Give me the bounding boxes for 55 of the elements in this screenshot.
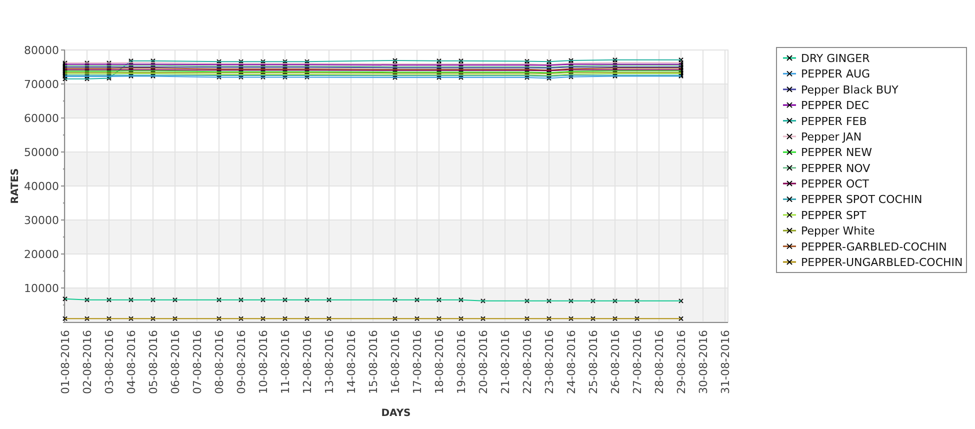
x-tick-label: 13-08-2016: [323, 330, 336, 394]
x-tick-label: 22-08-2016: [521, 330, 534, 394]
y-tick-label: 80000: [24, 44, 59, 57]
y-tick-label: 70000: [24, 78, 59, 91]
x-tick-label: 25-08-2016: [587, 330, 600, 394]
y-tick-label: 40000: [24, 180, 59, 193]
x-tick-label: 14-08-2016: [345, 330, 358, 394]
legend-label: PEPPER SPT: [801, 208, 866, 222]
y-tick-label: 30000: [24, 214, 59, 227]
y-axis-title: RATES: [10, 168, 21, 204]
y-tick-label: 10000: [24, 282, 59, 295]
legend-label: Pepper JAN: [801, 130, 862, 144]
x-tick-label: 01-08-2016: [59, 330, 72, 394]
legend-label: PEPPER DEC: [801, 99, 870, 112]
legend-label: PEPPER AUG: [801, 68, 870, 81]
x-tick-label: 30-08-2016: [697, 330, 710, 394]
x-tick-label: 02-08-2016: [81, 330, 94, 394]
legend-label: PEPPER NOV: [801, 162, 870, 175]
x-tick-label: 17-08-2016: [411, 330, 424, 394]
x-tick-label: 28-08-2016: [653, 330, 666, 394]
x-tick-label: 11-08-2016: [279, 330, 292, 394]
x-tick-label: 05-08-2016: [147, 330, 160, 394]
legend-label: Pepper White: [801, 224, 875, 238]
legend-label: PEPPER-UNGARBLED-COCHIN: [801, 256, 963, 269]
x-tick-label: 06-08-2016: [169, 330, 182, 394]
x-tick-label: 15-08-2016: [367, 330, 380, 394]
x-tick-label: 03-08-2016: [103, 330, 116, 394]
x-tick-label: 07-08-2016: [191, 330, 204, 394]
legend-label: PEPPER-GARBLED-COCHIN: [801, 240, 947, 254]
x-tick-label: 16-08-2016: [389, 330, 402, 394]
legend-label: Pepper Black BUY: [801, 83, 898, 96]
x-tick-label: 19-08-2016: [455, 330, 468, 394]
x-tick-label: 20-08-2016: [477, 330, 490, 394]
x-tick-label: 29-08-2016: [675, 330, 688, 394]
legend-label: PEPPER NEW: [801, 146, 872, 160]
x-tick-label: 18-08-2016: [433, 330, 446, 394]
x-tick-label: 04-08-2016: [125, 330, 138, 394]
legend-label: PEPPER OCT: [801, 178, 869, 191]
x-tick-label: 12-08-2016: [301, 330, 314, 394]
x-tick-label: 26-08-2016: [609, 330, 622, 394]
legend-label: PEPPER SPOT COCHIN: [801, 193, 922, 206]
x-tick-label: 27-08-2016: [631, 330, 644, 394]
x-tick-label: 24-08-2016: [565, 330, 578, 394]
x-tick-label: 09-08-2016: [235, 330, 248, 394]
x-tick-label: 10-08-2016: [257, 330, 270, 394]
x-tick-label: 21-08-2016: [499, 330, 512, 394]
legend-label: PEPPER FEB: [801, 114, 867, 128]
x-tick-label: 31-08-2016: [719, 330, 732, 394]
y-tick-label: 20000: [24, 248, 59, 261]
x-tick-label: 23-08-2016: [543, 330, 556, 394]
y-tick-label: 50000: [24, 146, 59, 159]
x-tick-label: 08-08-2016: [213, 330, 226, 394]
y-tick-label: 60000: [24, 112, 59, 125]
x-axis-title: DAYS: [381, 408, 411, 419]
legend-label: DRY GINGER: [801, 52, 870, 65]
